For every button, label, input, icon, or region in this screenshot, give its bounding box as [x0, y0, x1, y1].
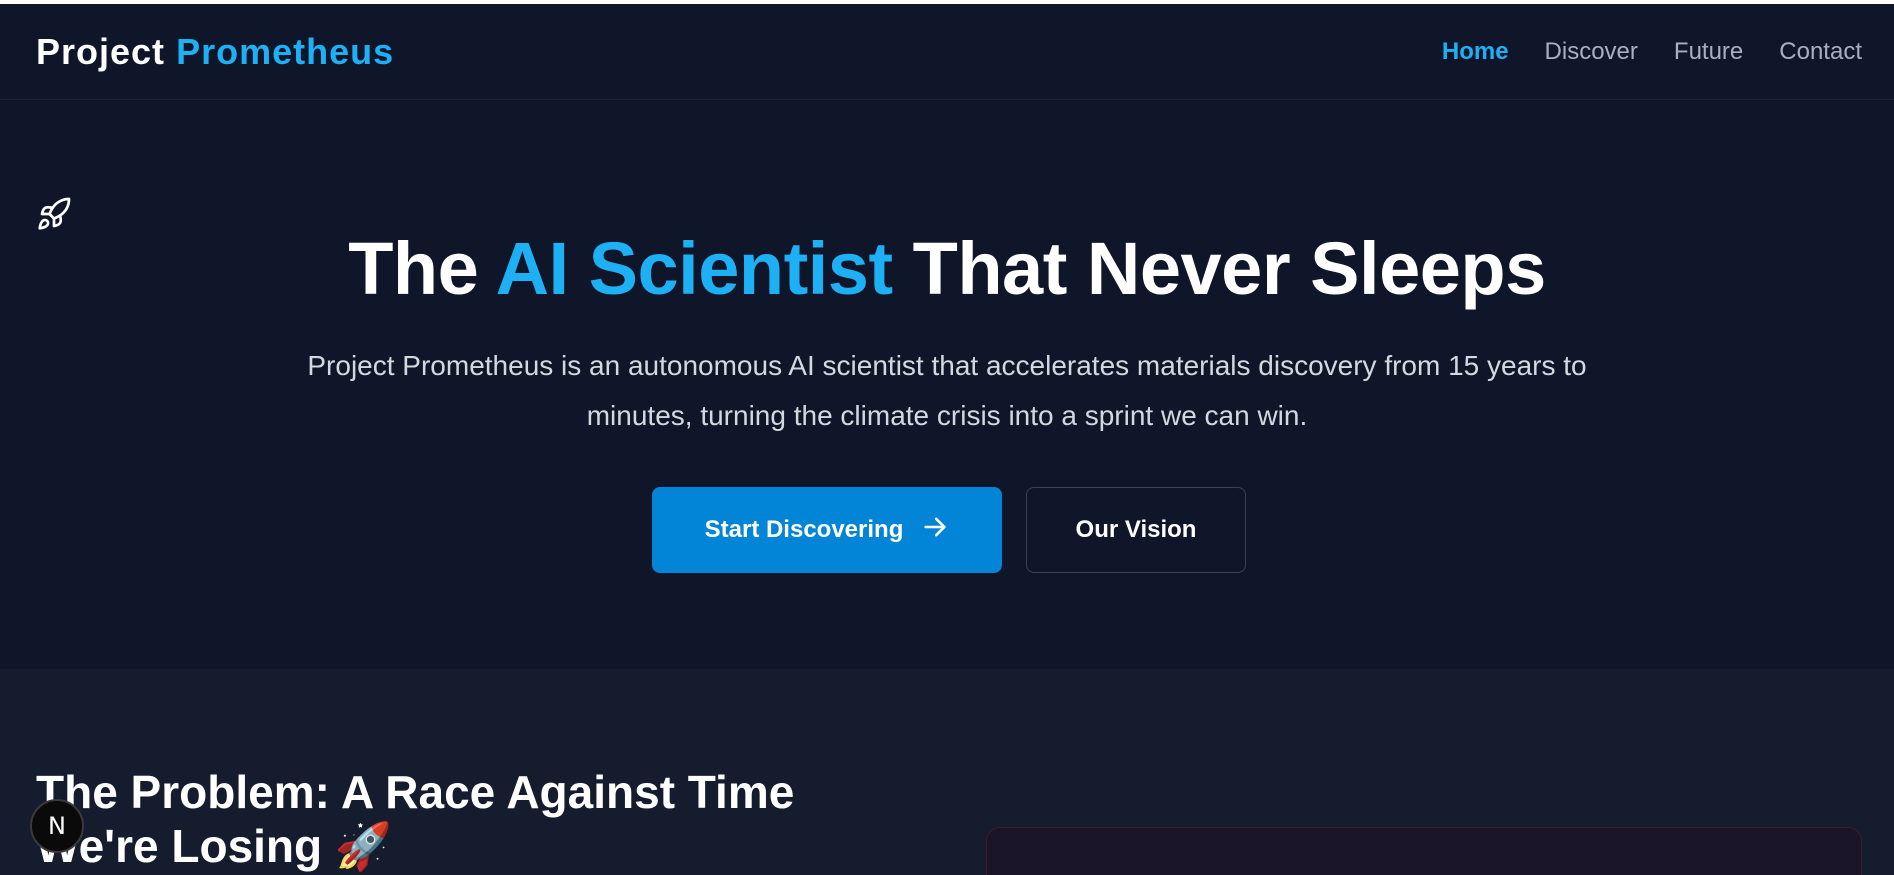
nav-link-future[interactable]: Future: [1674, 38, 1743, 66]
problem-card: [986, 827, 1862, 875]
brand-logo[interactable]: Project Prometheus: [36, 31, 394, 73]
brand-primary: Project: [36, 30, 166, 72]
nav-link-home[interactable]: Home: [1442, 38, 1509, 66]
start-discovering-label: Start Discovering: [704, 516, 904, 543]
brand-accent: Prometheus: [176, 30, 395, 72]
problem-title: The Problem: A Race Against Time We're L…: [36, 766, 795, 872]
hero-section: The AI Scientist That Never Sleeps Proje…: [0, 101, 1894, 669]
hero-title: The AI Scientist That Never Sleeps: [0, 226, 1894, 311]
navbar: Project Prometheus Home Discover Future …: [0, 4, 1894, 100]
hero-actions: Start Discovering Our Vision: [652, 487, 1246, 573]
hero-title-start: The: [348, 227, 479, 310]
hero-subtitle: Project Prometheus is an autonomous AI s…: [307, 350, 1587, 431]
hero-title-accent: AI Scientist: [495, 227, 894, 310]
arrow-right-icon: [921, 513, 949, 548]
dev-tools-badge[interactable]: N: [30, 799, 84, 853]
problem-section: The Problem: A Race Against Time We're L…: [0, 669, 1894, 875]
nav-links: Home Discover Future Contact: [1442, 38, 1862, 66]
hero-title-end: That Never Sleeps: [912, 227, 1547, 310]
nav-link-contact[interactable]: Contact: [1779, 38, 1862, 66]
nav-link-discover[interactable]: Discover: [1545, 38, 1638, 66]
start-discovering-button[interactable]: Start Discovering: [652, 487, 1002, 573]
our-vision-button[interactable]: Our Vision: [1026, 487, 1246, 573]
